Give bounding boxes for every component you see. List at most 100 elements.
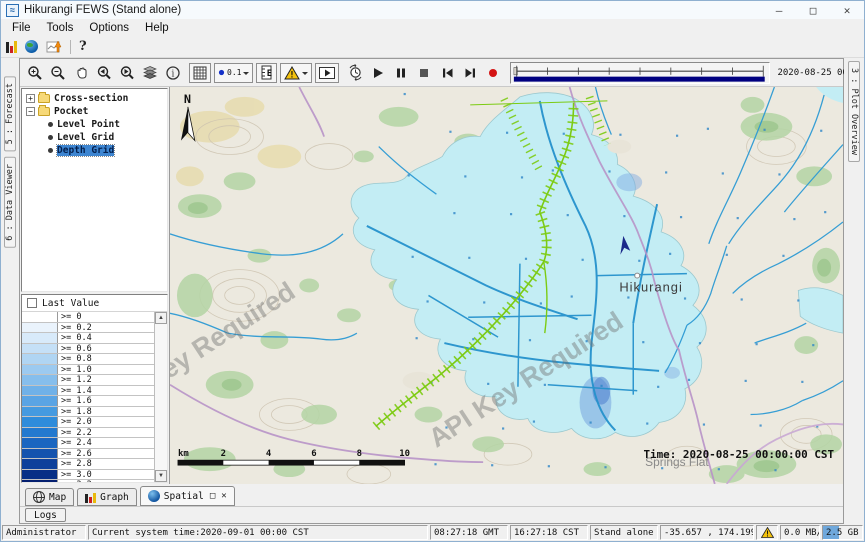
timer-settings-icon[interactable] bbox=[345, 63, 365, 83]
skip-end-button[interactable] bbox=[460, 63, 480, 83]
animation-panel-button[interactable] bbox=[315, 63, 339, 83]
scrollbar-track[interactable] bbox=[155, 324, 167, 470]
menu-file[interactable]: File bbox=[4, 21, 39, 35]
stop-button[interactable] bbox=[414, 63, 434, 83]
tree-item-level-grid[interactable]: Level Grid bbox=[22, 131, 167, 144]
threshold-dropdown[interactable]: 0.1 bbox=[214, 63, 253, 83]
node-bullet-icon bbox=[48, 135, 53, 140]
graph-bars-icon bbox=[85, 491, 96, 503]
map-toolbar: i 0.1 E ! bbox=[20, 59, 843, 87]
warning-icon: ! bbox=[761, 527, 774, 538]
logs-tab[interactable]: Logs bbox=[25, 508, 66, 522]
legend-row[interactable]: >= 1.0 bbox=[22, 365, 154, 376]
legend-row[interactable]: >= 1.6 bbox=[22, 396, 154, 407]
legend-threshold-label: >= 0.6 bbox=[58, 344, 92, 354]
legend-threshold-label: >= 1.4 bbox=[58, 386, 92, 396]
folder-icon bbox=[38, 94, 50, 103]
close-tab-icon[interactable]: ✕ bbox=[221, 491, 226, 501]
legend-row[interactable]: >= 1.4 bbox=[22, 386, 154, 397]
legend-row[interactable]: >= 0.4 bbox=[22, 333, 154, 344]
tree-item-depth-grid[interactable]: Depth Grid bbox=[22, 144, 167, 157]
help-button[interactable]: ? bbox=[79, 39, 87, 54]
status-coordinates: -35.657 , 174.199 bbox=[660, 525, 754, 540]
legend-color-swatch bbox=[22, 438, 58, 448]
skip-start-button[interactable] bbox=[437, 63, 457, 83]
play-button[interactable] bbox=[368, 63, 388, 83]
legend-row[interactable]: >= 3.0 bbox=[22, 470, 154, 481]
svg-text:E: E bbox=[267, 69, 272, 79]
scroll-down-icon[interactable]: ▼ bbox=[155, 470, 167, 482]
menu-options[interactable]: Options bbox=[81, 21, 137, 35]
expand-icon[interactable]: + bbox=[26, 94, 35, 103]
legend-color-swatch bbox=[22, 407, 58, 417]
place-label-town: Hikurangi bbox=[619, 279, 683, 294]
legend-threshold-label: >= 2.8 bbox=[58, 459, 92, 469]
grid-toggle-button[interactable] bbox=[189, 63, 211, 83]
forecast-manager-icon[interactable] bbox=[6, 41, 17, 53]
tab-graph[interactable]: Graph bbox=[77, 488, 137, 506]
menu-tools[interactable]: Tools bbox=[39, 21, 82, 35]
legend-color-swatch bbox=[22, 396, 58, 406]
dock-tab-viewer[interactable]: 6 : Data Viewer bbox=[4, 157, 16, 248]
tab-spatial[interactable]: Spatial□✕ bbox=[140, 486, 235, 506]
map-viewport[interactable]: API Key Required API Key Required Hikura… bbox=[170, 87, 843, 484]
legend-row[interactable]: >= 0.2 bbox=[22, 323, 154, 334]
legend-row[interactable]: >= 1.2 bbox=[22, 375, 154, 386]
tree-item-level-point[interactable]: Level Point bbox=[22, 118, 167, 131]
timeseries-icon[interactable] bbox=[46, 40, 62, 54]
zoom-in-icon[interactable] bbox=[25, 63, 45, 83]
status-warning-cell[interactable]: ! bbox=[756, 525, 778, 540]
warning-icon: ! bbox=[284, 66, 300, 80]
legend-row[interactable]: >= 2.6 bbox=[22, 449, 154, 460]
legend-row[interactable]: >= 2.8 bbox=[22, 459, 154, 470]
zoom-previous-icon[interactable] bbox=[94, 63, 114, 83]
legend-scrollbar[interactable]: ▲ ▼ bbox=[154, 312, 167, 482]
legend-row[interactable]: >= 0 bbox=[22, 312, 154, 323]
dock-tab-plot-overview[interactable]: 3 : Plot Overview bbox=[848, 61, 860, 162]
legend-row[interactable]: >= 1.8 bbox=[22, 407, 154, 418]
legend-threshold-label: >= 2.4 bbox=[58, 438, 92, 448]
menu-help[interactable]: Help bbox=[137, 21, 177, 35]
info-icon[interactable]: i bbox=[163, 63, 183, 83]
legend-row[interactable]: >= 2.0 bbox=[22, 417, 154, 428]
legend-color-swatch bbox=[22, 365, 58, 375]
tree-item-cross-section[interactable]: +Cross-section bbox=[22, 92, 167, 105]
legend-color-swatch bbox=[22, 428, 58, 438]
legend-color-swatch bbox=[22, 375, 58, 385]
legend-row[interactable]: >= 0.8 bbox=[22, 354, 154, 365]
legend-threshold-label: >= 3.2 bbox=[58, 480, 92, 482]
collapse-icon[interactable]: − bbox=[26, 107, 35, 116]
legend-color-swatch bbox=[22, 470, 58, 480]
record-button[interactable] bbox=[483, 63, 503, 83]
status-system-time: Current system time:2020-09-01 00:00 CST bbox=[88, 525, 428, 540]
warning-threshold-dropdown[interactable]: ! bbox=[280, 63, 312, 83]
last-value-checkbox[interactable] bbox=[27, 298, 37, 308]
pause-button[interactable] bbox=[391, 63, 411, 83]
legend-color-swatch bbox=[22, 386, 58, 396]
zoom-out-icon[interactable] bbox=[48, 63, 68, 83]
display-tabbar: MapGraphSpatial□✕ bbox=[20, 484, 843, 506]
svg-text:N: N bbox=[184, 92, 191, 106]
node-bullet-icon bbox=[48, 148, 53, 153]
close-button[interactable]: ✕ bbox=[830, 1, 864, 19]
zoom-next-icon[interactable] bbox=[117, 63, 137, 83]
map-display-icon[interactable] bbox=[25, 40, 38, 53]
spatial-display-panel: i 0.1 E ! bbox=[19, 58, 844, 524]
layers-icon[interactable] bbox=[140, 63, 160, 83]
dock-tab-forecast[interactable]: 5 : Forecast bbox=[4, 76, 16, 151]
maximize-button[interactable]: □ bbox=[796, 1, 830, 19]
minimize-button[interactable]: — bbox=[762, 1, 796, 19]
legend-row[interactable]: >= 3.2 bbox=[22, 480, 154, 482]
legend-row[interactable]: >= 0.6 bbox=[22, 344, 154, 355]
scale-button[interactable]: E bbox=[256, 63, 277, 83]
legend-row[interactable]: >= 2.2 bbox=[22, 428, 154, 439]
status-throughput: 0.0 MB/s bbox=[780, 525, 820, 540]
svg-text:i: i bbox=[172, 69, 175, 79]
scroll-up-icon[interactable]: ▲ bbox=[155, 312, 167, 324]
tab-map[interactable]: Map bbox=[25, 488, 74, 506]
pan-hand-icon[interactable] bbox=[71, 63, 91, 83]
tree-item-pocket[interactable]: −Pocket bbox=[22, 105, 167, 118]
timeline-slider[interactable] bbox=[510, 62, 770, 84]
restore-tab-icon[interactable]: □ bbox=[210, 491, 215, 501]
legend-row[interactable]: >= 2.4 bbox=[22, 438, 154, 449]
